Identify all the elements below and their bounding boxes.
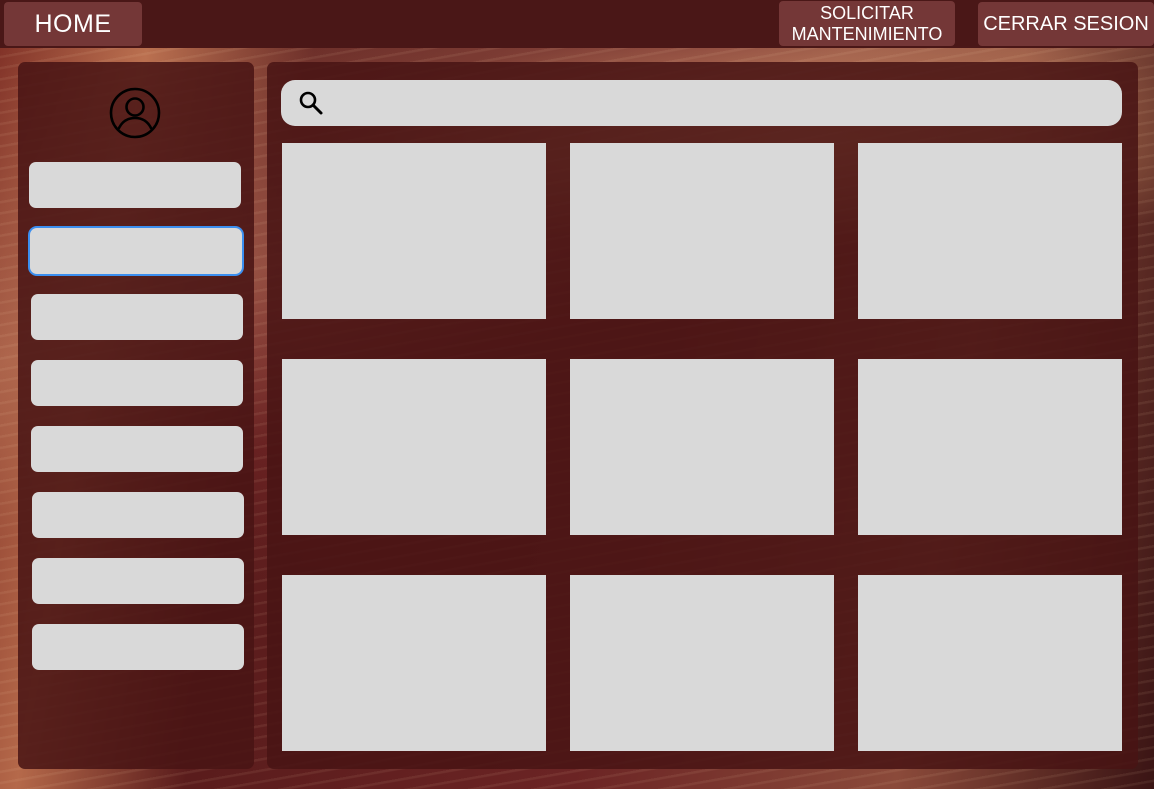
search-input[interactable] — [281, 80, 1122, 126]
grid-card-3[interactable] — [858, 143, 1122, 319]
logout-button[interactable]: CERRAR SESION — [978, 2, 1154, 46]
sidebar-item-6[interactable] — [32, 492, 244, 538]
grid-card-6[interactable] — [858, 359, 1122, 535]
sidebar-item-7[interactable] — [32, 558, 244, 604]
top-bar: HOME SOLICITAR MANTENIMIENTO CERRAR SESI… — [0, 0, 1154, 48]
grid-card-4[interactable] — [282, 359, 546, 535]
request-maintenance-label-line1: SOLICITAR — [820, 2, 914, 23]
search-icon[interactable] — [298, 90, 324, 116]
request-maintenance-label-line2: MANTENIMIENTO — [791, 23, 943, 44]
home-button[interactable]: HOME — [4, 2, 142, 46]
logout-button-label: CERRAR SESION — [983, 12, 1149, 35]
grid-card-9[interactable] — [858, 575, 1122, 751]
sidebar-item-4[interactable] — [31, 360, 243, 406]
grid-card-5[interactable] — [570, 359, 834, 535]
grid-card-1[interactable] — [282, 143, 546, 319]
sidebar-item-5[interactable] — [31, 426, 243, 472]
request-maintenance-button[interactable]: SOLICITAR MANTENIMIENTO — [779, 1, 955, 46]
grid-card-7[interactable] — [282, 575, 546, 751]
app-window: HOME SOLICITAR MANTENIMIENTO CERRAR SESI… — [0, 0, 1154, 789]
sidebar-item-8[interactable] — [32, 624, 244, 670]
grid-card-8[interactable] — [570, 575, 834, 751]
home-button-label: HOME — [34, 9, 112, 38]
sidebar-item-1[interactable] — [29, 162, 241, 208]
sidebar-item-3[interactable] — [31, 294, 243, 340]
grid-card-2[interactable] — [570, 143, 834, 319]
user-circle-icon[interactable] — [109, 87, 161, 139]
sidebar-item-2[interactable] — [30, 228, 242, 274]
